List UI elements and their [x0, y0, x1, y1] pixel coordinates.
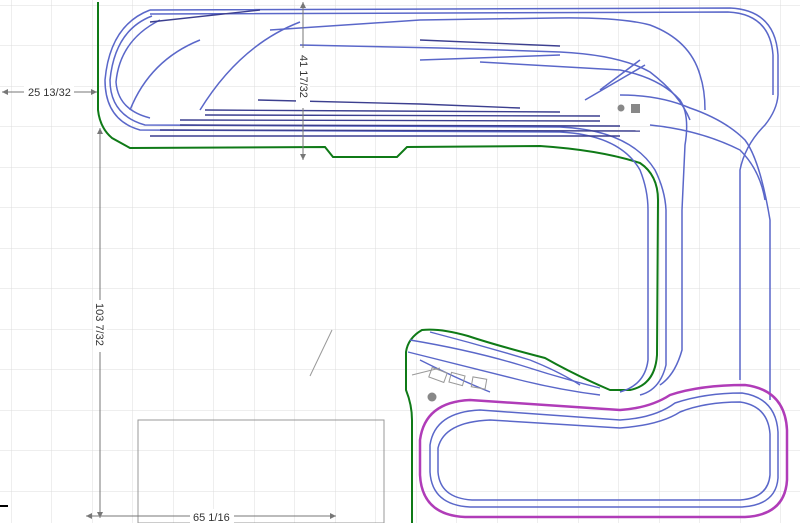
left-offset-dimension: 25 13/32 [28, 87, 71, 99]
turntable-marker[interactable] [617, 104, 625, 112]
structure-marker[interactable] [631, 104, 640, 113]
left-height-dimension: 103 7/32 [93, 303, 105, 346]
station-marker[interactable] [427, 392, 437, 402]
top-height-dimension: 41 17/32 [297, 55, 309, 98]
grid-background [0, 0, 800, 523]
layout-canvas[interactable]: 25 13/32 41 17/32 103 7/32 65 1/16 [0, 0, 800, 523]
bottom-width-dimension: 65 1/16 [193, 512, 230, 523]
plan-drawing[interactable]: 25 13/32 41 17/32 103 7/32 65 1/16 [0, 0, 800, 523]
